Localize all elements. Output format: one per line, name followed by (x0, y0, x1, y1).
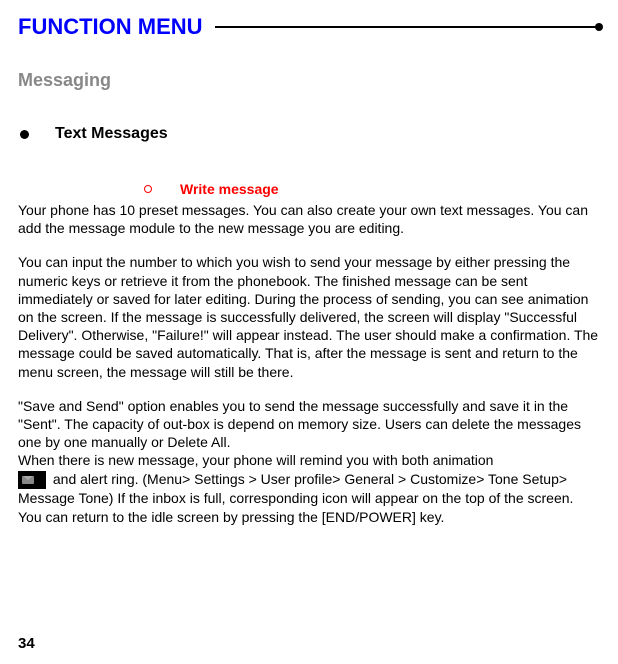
section-heading: Messaging (18, 70, 600, 91)
item-heading: Write message (180, 181, 279, 197)
circle-bullet-icon (144, 185, 152, 193)
header-divider (215, 26, 600, 28)
paragraph-4b: and alert ring. (Menu> Settings > User p… (18, 471, 573, 525)
paragraph-4-wrapper: When there is new message, your phone wi… (18, 451, 600, 527)
subsection-heading: Text Messages (55, 125, 168, 143)
bullet-icon (20, 130, 29, 139)
paragraph-3: "Save and Send" option enables you to se… (18, 397, 600, 452)
paragraph-2: You can input the number to which you wi… (18, 253, 600, 380)
message-icon (18, 471, 46, 489)
paragraph-1: Your phone has 10 preset messages. You c… (18, 201, 600, 237)
item-row: Write message (144, 181, 600, 197)
paragraph-4a: When there is new message, your phone wi… (18, 452, 493, 468)
page-number: 34 (18, 635, 35, 652)
subsection-row: Text Messages (18, 125, 600, 143)
page-title: FUNCTION MENU (18, 14, 203, 40)
